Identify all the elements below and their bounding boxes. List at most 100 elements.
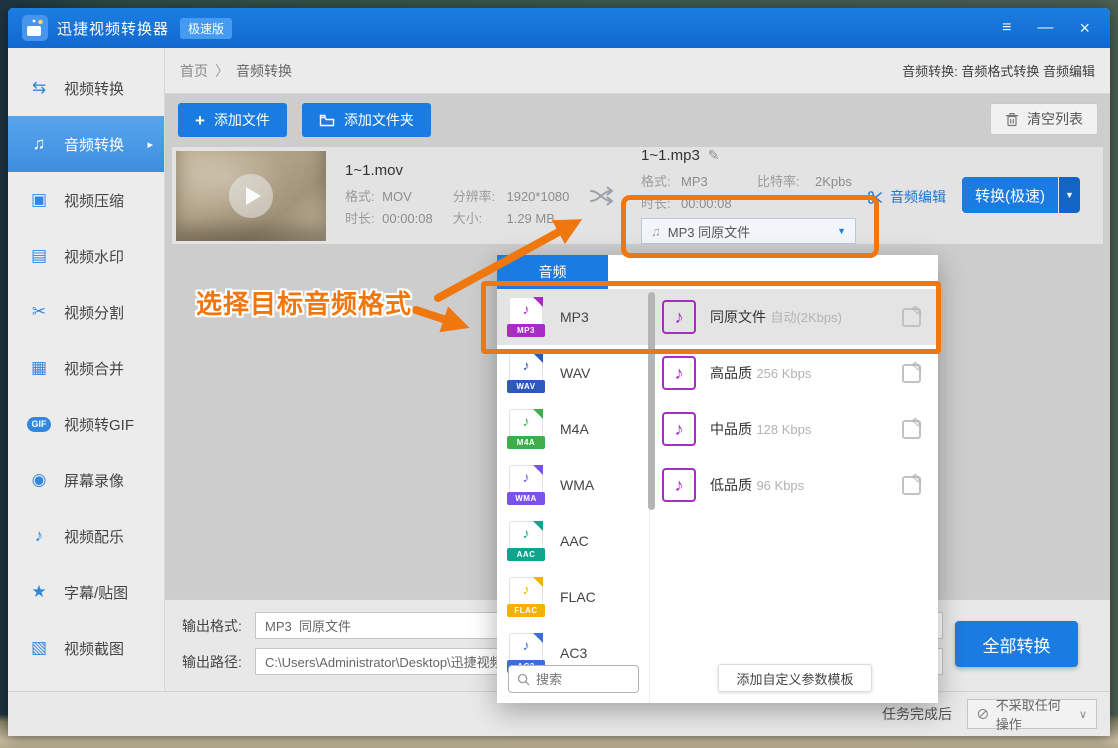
wma-file-icon: ♪ WMA [509,465,543,505]
breadcrumb-home[interactable]: 首页 [180,61,208,81]
close-icon[interactable]: × [1079,19,1090,37]
edit-template-icon[interactable]: ✎ [902,364,921,383]
video-convert-icon: ⇆ [27,78,51,98]
edit-template-icon[interactable]: ✎ [902,308,921,327]
quality-bitrate: 自动(2Kbps) [770,310,842,325]
clear-list-button[interactable]: 清空列表 [990,103,1098,135]
audio-note-icon: ♪ [662,300,696,334]
no-action-icon [977,707,989,721]
app-edition-badge: 极速版 [180,18,232,39]
convert-button[interactable]: 转换(极速) [962,177,1058,213]
quality-name: 低品质 [710,477,752,493]
sidebar-item-label: 视频转换 [64,78,124,99]
format-item-flac[interactable]: ♪ FLAC FLAC [497,569,649,625]
quality-name: 同原文件 [710,309,766,325]
search-icon [517,673,530,686]
audio-edit-link[interactable]: 音频编辑 [868,187,946,207]
subtitle-sticker-icon: ★ [27,582,51,602]
sidebar-item-video-dubbing[interactable]: ♪ 视频配乐 [8,508,164,564]
format-item-label: M4A [560,421,589,437]
source-duration-value: 00:00:08 [382,208,453,230]
quality-item-medium[interactable]: ♪ 中品质 128 Kbps ✎ [650,401,938,457]
format-item-mp3[interactable]: ♪ MP3 MP3 [497,289,649,345]
output-duration-label: 时长: [641,193,681,215]
video-watermark-icon: ▤ [27,246,51,266]
app-title: 迅捷视频转换器 [57,18,169,39]
plus-icon: + [195,112,205,129]
source-duration-label: 时长: [345,208,382,230]
rename-pencil-icon[interactable]: ✎ [708,147,720,164]
audio-note-icon: ♪ [662,468,696,502]
format-item-label: FLAC [560,589,596,605]
sidebar-item-video-split[interactable]: ✂ 视频分割 [8,284,164,340]
sidebar-item-label: 视频配乐 [64,526,124,547]
output-format-field-label: 输出格式: [182,616,255,636]
search-input[interactable] [536,672,626,687]
flac-file-icon: ♪ FLAC [509,577,543,617]
video-thumbnail[interactable] [176,151,326,241]
format-item-aac[interactable]: ♪ AAC AAC [497,513,649,569]
mode-hint-text: 音频转换: 音频格式转换 音频编辑 [902,61,1095,80]
format-item-wav[interactable]: ♪ WAV WAV [497,345,649,401]
convert-button-group: 转换(极速) ▼ [962,177,1080,213]
quality-item-original[interactable]: ♪ 同原文件 自动(2Kbps) ✎ [650,289,938,345]
sidebar-item-label: 视频水印 [64,246,124,267]
add-file-button[interactable]: + 添加文件 [178,103,287,137]
sidebar: ⇆ 视频转换 ♫ 音频转换 ▸ ▣ 视频压缩 ▤ 视频水印 ✂ 视频分割 ▦ 视… [8,48,165,691]
mp3-file-icon: ♪ MP3 [509,297,543,337]
video-dubbing-icon: ♪ [27,526,51,546]
sidebar-item-video-watermark[interactable]: ▤ 视频水印 [8,228,164,284]
sidebar-item-audio-convert[interactable]: ♫ 音频转换 ▸ [8,116,164,172]
source-resolution-label: 分辨率: [453,186,507,208]
sidebar-item-label: 屏幕录像 [64,470,124,491]
sidebar-item-label: 字幕/贴图 [64,582,128,603]
quality-item-high[interactable]: ♪ 高品质 256 Kbps ✎ [650,345,938,401]
after-task-dropdown[interactable]: 不采取任何操作 ∨ [967,699,1097,729]
format-item-label: WAV [560,365,590,381]
after-task-label: 任务完成后 [882,704,952,724]
tab-audio[interactable]: 音频 [497,255,608,289]
source-format-label: 格式: [345,186,382,208]
sidebar-item-screen-record[interactable]: ◉ 屏幕录像 [8,452,164,508]
format-list-scrollbar[interactable] [648,292,655,510]
sidebar-item-video-compress[interactable]: ▣ 视频压缩 [8,172,164,228]
sidebar-item-label: 视频转GIF [64,414,134,435]
menu-icon[interactable]: ≡ [1002,20,1011,36]
video-snapshot-icon: ▧ [27,638,51,658]
source-format-value: MOV [382,186,453,208]
edit-template-icon[interactable]: ✎ [902,476,921,495]
audio-note-icon: ♪ [662,356,696,390]
play-icon[interactable] [229,174,273,218]
sidebar-item-subtitle-sticker[interactable]: ★ 字幕/贴图 [8,564,164,620]
convert-dropdown-arrow[interactable]: ▼ [1059,177,1080,213]
app-logo-icon [22,15,48,41]
sidebar-item-video-to-gif[interactable]: GIF 视频转GIF [8,396,164,452]
chevron-down-icon: ∨ [1079,708,1087,721]
sidebar-item-label: 视频压缩 [64,190,124,211]
sidebar-item-label: 音频转换 [64,134,124,155]
format-item-m4a[interactable]: ♪ M4A M4A [497,401,649,457]
quality-item-low[interactable]: ♪ 低品质 96 Kbps ✎ [650,457,938,513]
toolbar: + 添加文件 添加文件夹 清空列表 [165,94,1110,137]
format-item-label: AC3 [560,645,587,661]
output-format-dropdown[interactable]: ♫ MP3 同原文件 ▼ [641,218,856,244]
format-item-wma[interactable]: ♪ WMA WMA [497,457,649,513]
output-path-field-label: 输出路径: [182,652,255,672]
convert-all-button[interactable]: 全部转换 [955,621,1078,667]
minimize-icon[interactable]: — [1037,20,1053,36]
trash-icon [1005,112,1019,127]
after-task-dropdown-value: 不采取任何操作 [996,695,1072,733]
output-format-value: MP3 [681,171,757,193]
quality-name: 中品质 [710,421,752,437]
edit-template-icon[interactable]: ✎ [902,420,921,439]
output-format-label: 格式: [641,171,681,193]
breadcrumb: 首页 〉 音频转换 音频转换: 音频格式转换 音频编辑 [165,48,1110,94]
quality-bitrate: 96 Kbps [756,478,804,493]
sidebar-item-video-convert[interactable]: ⇆ 视频转换 [8,60,164,116]
output-bitrate-label: 比特率: [757,171,815,193]
sidebar-item-video-merge[interactable]: ▦ 视频合并 [8,340,164,396]
output-format-dropdown-value: MP3 同原文件 [668,222,750,241]
add-custom-template-button[interactable]: 添加自定义参数模板 [718,664,872,692]
sidebar-item-video-snapshot[interactable]: ▧ 视频截图 [8,620,164,676]
add-folder-button[interactable]: 添加文件夹 [302,103,431,137]
